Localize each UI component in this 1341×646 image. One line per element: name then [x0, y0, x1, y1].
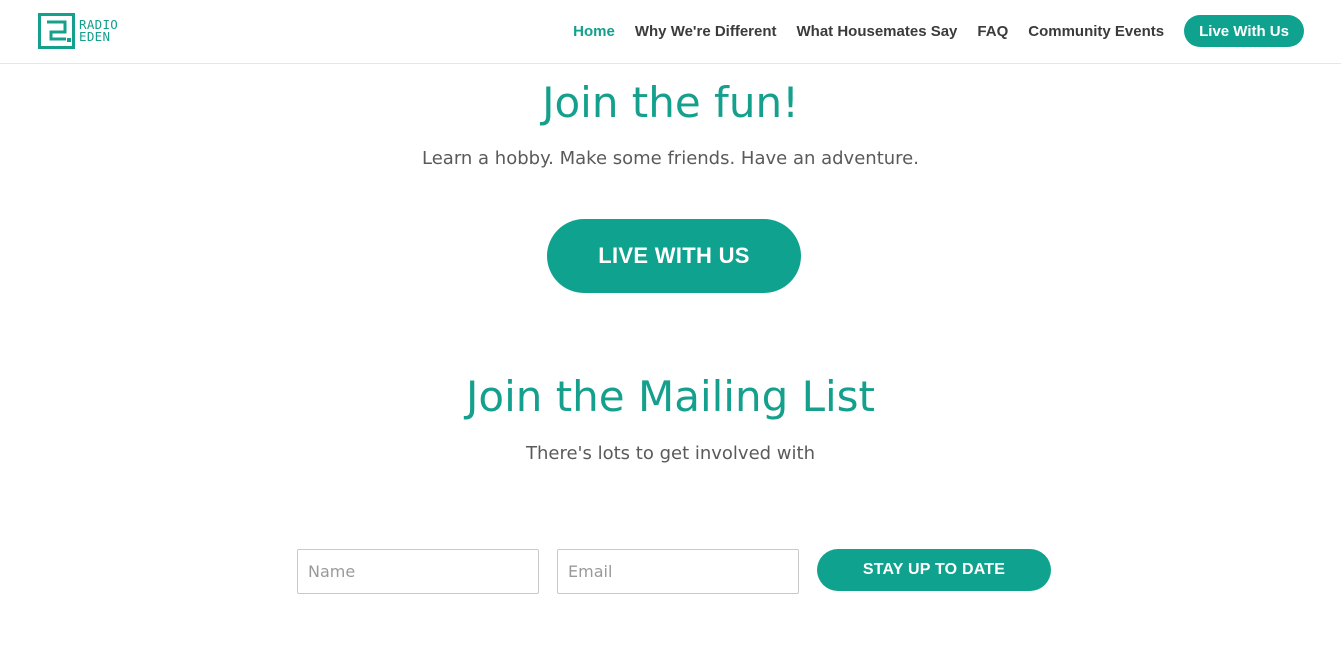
- nav-housemates-say[interactable]: What Housemates Say: [797, 23, 958, 40]
- hero-title: Join the fun!: [542, 78, 799, 127]
- nav-why-different[interactable]: Why We're Different: [635, 23, 777, 40]
- hero-subtitle: Learn a hobby. Make some friends. Have a…: [422, 148, 919, 169]
- name-input[interactable]: [297, 549, 539, 594]
- site-header: RADIO EDEN Home Why We're Different What…: [0, 0, 1341, 64]
- email-input[interactable]: [557, 549, 799, 594]
- eden-logo-icon: [38, 13, 75, 49]
- main-nav: Home Why We're Different What Housemates…: [573, 15, 1304, 47]
- live-with-us-button[interactable]: LIVE WITH US: [547, 219, 801, 293]
- nav-faq[interactable]: FAQ: [977, 23, 1008, 40]
- nav-live-with-us-button[interactable]: Live With Us: [1184, 15, 1304, 47]
- nav-home[interactable]: Home: [573, 23, 615, 40]
- brand-logo[interactable]: RADIO EDEN: [38, 13, 118, 49]
- mailing-list-title: Join the Mailing List: [465, 372, 876, 421]
- brand-line-2: EDEN: [79, 29, 111, 44]
- stay-up-to-date-button[interactable]: STAY UP TO DATE: [817, 549, 1051, 591]
- mailing-list-subtitle: There's lots to get involved with: [526, 443, 815, 464]
- nav-community-events[interactable]: Community Events: [1028, 23, 1164, 40]
- brand-wordmark: RADIO EDEN: [79, 18, 118, 44]
